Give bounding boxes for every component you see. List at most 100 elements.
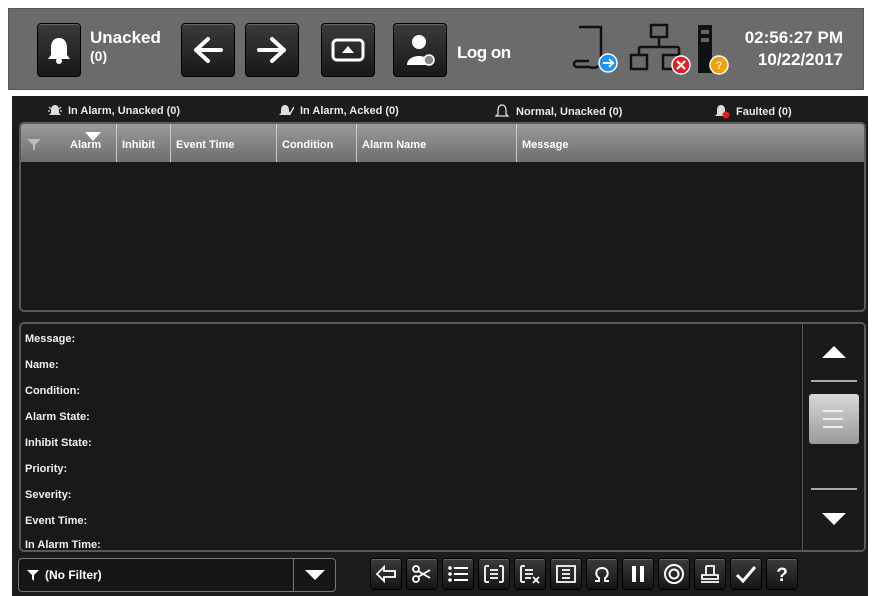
scroll-up-icon[interactable] xyxy=(822,346,846,358)
svg-text:?: ? xyxy=(716,60,723,72)
filter-dropdown-button[interactable] xyxy=(293,559,335,591)
alarm-banner-button[interactable] xyxy=(37,23,81,77)
unacked-label: Unacked xyxy=(90,28,161,47)
tab-in-alarm-acked[interactable]: In Alarm, Acked (0) xyxy=(278,104,399,118)
detail-field-in-alarm-time: In Alarm Time: xyxy=(25,539,101,551)
alarm-acked-icon xyxy=(279,105,294,116)
select-all-button[interactable] xyxy=(478,558,510,590)
filter-sort-column[interactable] xyxy=(21,124,65,162)
question-icon: ? xyxy=(776,565,788,584)
detail-field-name: Name: xyxy=(25,359,59,371)
logon-button[interactable] xyxy=(393,23,447,77)
help-button[interactable]: ? xyxy=(766,558,798,590)
checkmark-icon xyxy=(735,566,757,584)
column-message[interactable]: Message xyxy=(517,124,864,162)
arrow-left-icon xyxy=(194,37,223,63)
tab-label: Normal, Unacked (0) xyxy=(516,105,623,118)
clock-time: 02:56:27 PM xyxy=(744,28,843,47)
column-condition[interactable]: Condition xyxy=(277,124,357,162)
list-bracket-icon xyxy=(484,565,504,583)
clock: 02:56:27 PM 10/22/2017 xyxy=(745,27,843,71)
tab-label: In Alarm, Acked (0) xyxy=(300,105,399,117)
column-label: Alarm Name xyxy=(362,139,427,151)
network-status-icon[interactable] xyxy=(629,21,691,77)
column-event-time[interactable]: Event Time xyxy=(171,124,277,162)
scroll-track-bottom xyxy=(811,488,857,490)
unacked-status: Unacked (0) xyxy=(90,29,161,65)
forward-button[interactable] xyxy=(245,23,299,77)
alarm-table: Alarm Inhibit Event Time Condition Alarm… xyxy=(19,122,866,312)
column-label: Message xyxy=(522,139,569,151)
scroll-track-top xyxy=(811,380,857,382)
column-alarm-name[interactable]: Alarm Name xyxy=(357,124,517,162)
acknowledge-button[interactable] xyxy=(730,558,762,590)
list-remove-icon xyxy=(520,565,540,584)
bell-outline-icon xyxy=(494,104,510,117)
alarm-toolbar: (No Filter) ? xyxy=(12,552,868,596)
record-button[interactable] xyxy=(658,558,690,590)
back-button[interactable] xyxy=(181,23,235,77)
tab-label: Faulted (0) xyxy=(736,105,792,118)
detail-field-alarm-state: Alarm State: xyxy=(25,411,90,423)
faulted-bell-icon xyxy=(715,105,730,119)
filter-select[interactable]: (No Filter) xyxy=(18,558,336,592)
filter-icon xyxy=(27,139,41,151)
grip-line xyxy=(823,418,843,420)
sort-desc-icon[interactable] xyxy=(85,132,101,142)
alarm-detail-pane: Message: Name: Condition: Alarm State: I… xyxy=(19,322,866,552)
column-label: Inhibit xyxy=(122,139,155,151)
pause-button[interactable] xyxy=(622,558,654,590)
list-view-button[interactable] xyxy=(442,558,474,590)
top-bar: Unacked (0) Log on ? 02:56:27 PM 10/22/2… xyxy=(8,8,864,90)
alarm-summary-panel: In Alarm, Unacked (0) In Alarm, Acked (0… xyxy=(12,96,868,596)
log-scroll-icon[interactable] xyxy=(571,23,621,75)
detail-field-priority: Priority: xyxy=(25,463,68,475)
stamp-button[interactable] xyxy=(694,558,726,590)
eject-display-icon xyxy=(331,38,365,62)
clear-list-button[interactable] xyxy=(514,558,546,590)
detail-field-event-time: Event Time: xyxy=(25,515,88,527)
details-button[interactable] xyxy=(550,558,582,590)
column-alarm[interactable]: Alarm xyxy=(65,124,117,162)
unacked-count: (0) xyxy=(90,48,108,64)
column-label: Condition xyxy=(282,139,334,151)
bell-icon xyxy=(48,38,70,64)
tab-faulted[interactable]: Faulted (0) xyxy=(714,104,792,119)
detail-field-message: Message: xyxy=(25,333,76,345)
controller-status-icon[interactable]: ? xyxy=(695,21,731,79)
omega-reset-icon xyxy=(595,566,609,582)
column-label: Event Time xyxy=(176,139,235,151)
filter-icon xyxy=(27,570,39,581)
ack-left-button[interactable] xyxy=(370,558,402,590)
arrow-left-outline-icon xyxy=(375,565,396,583)
detail-frame-icon xyxy=(556,565,576,583)
display-button[interactable] xyxy=(321,23,375,77)
clock-date: 10/22/2017 xyxy=(757,50,843,69)
alarm-table-header: Alarm Inhibit Event Time Condition Alarm… xyxy=(21,124,864,162)
detail-field-severity: Severity: xyxy=(25,489,72,501)
tab-in-alarm-unacked[interactable]: In Alarm, Unacked (0) xyxy=(48,104,180,118)
list-icon xyxy=(448,566,468,582)
user-icon xyxy=(407,35,435,66)
detail-scrollbar[interactable] xyxy=(802,324,864,550)
scissors-icon xyxy=(412,565,431,583)
detail-field-inhibit-state: Inhibit State: xyxy=(25,437,92,449)
grip-line xyxy=(823,410,843,412)
column-inhibit[interactable]: Inhibit xyxy=(117,124,171,162)
pause-icon xyxy=(632,566,644,582)
filter-value: (No Filter) xyxy=(45,568,102,582)
reset-button[interactable] xyxy=(586,558,618,590)
detail-field-condition: Condition: xyxy=(25,385,80,397)
scroll-thumb[interactable] xyxy=(809,394,859,444)
tab-normal-unacked[interactable]: Normal, Unacked (0) xyxy=(494,104,622,119)
grip-line xyxy=(823,426,843,428)
tab-label: In Alarm, Unacked (0) xyxy=(68,105,181,117)
target-icon xyxy=(664,564,684,584)
stamp-icon xyxy=(701,565,719,583)
scroll-down-icon[interactable] xyxy=(822,513,846,525)
svg-text:?: ? xyxy=(776,565,788,584)
alarm-unacked-icon xyxy=(48,105,62,115)
chevron-down-icon xyxy=(304,569,325,580)
arrow-right-icon xyxy=(257,37,286,63)
shelve-button[interactable] xyxy=(406,558,438,590)
